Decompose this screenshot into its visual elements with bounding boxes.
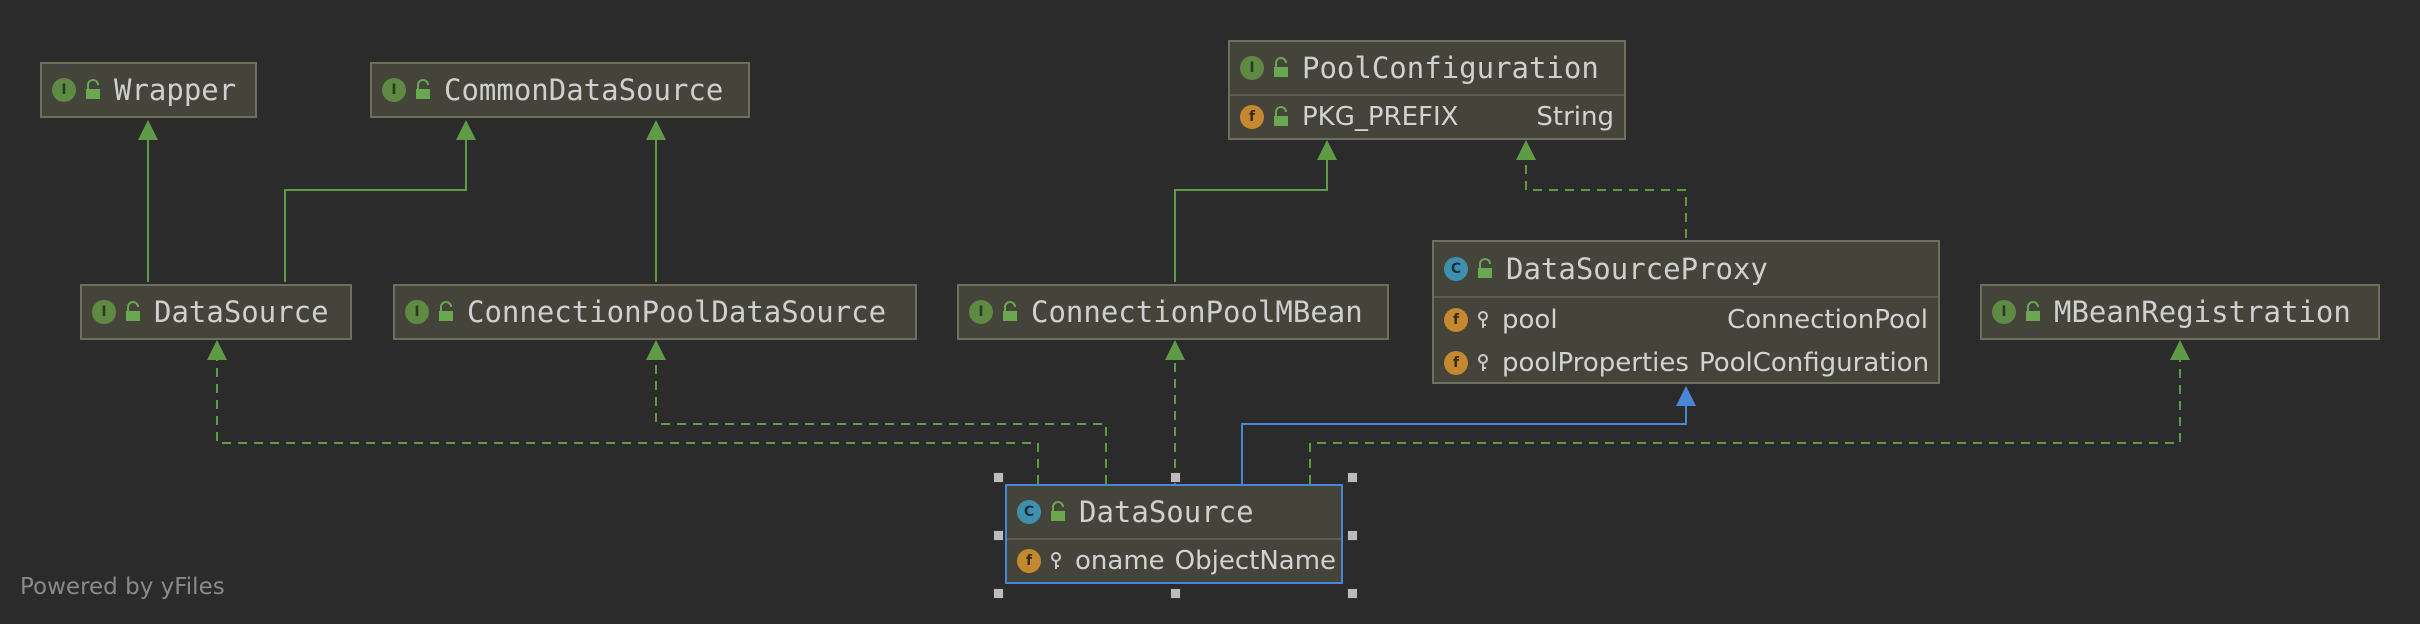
node-wrapper[interactable]: I Wrapper: [40, 62, 257, 118]
unlocked-icon: [1478, 258, 1492, 278]
field-row[interactable]: f pool ConnectionPool: [1434, 298, 1938, 341]
resize-handle-s[interactable]: [1170, 588, 1181, 599]
class-icon: C: [1444, 257, 1468, 281]
unlocked-icon: [416, 79, 430, 99]
interface-icon: I: [969, 300, 993, 324]
field-name: pool: [1502, 304, 1558, 335]
field-type: ObjectName: [1174, 546, 1337, 576]
node-wrapper-header: I Wrapper: [42, 64, 255, 116]
edge-dsclass-datasourceproxy: [1241, 386, 1696, 484]
resize-handle-ne[interactable]: [1347, 472, 1358, 483]
interface-icon: I: [52, 78, 76, 102]
unlocked-icon: [86, 79, 100, 99]
field-icon: f: [1444, 350, 1468, 375]
edge-datasource-wrapper: [138, 120, 158, 282]
node-data-source-proxy[interactable]: C DataSourceProxy f pool ConnectionPool …: [1432, 240, 1940, 384]
unlocked-icon: [1051, 501, 1065, 521]
resize-handle-e[interactable]: [1347, 530, 1358, 541]
node-connection-pool-data-source-header: I ConnectionPoolDataSource: [395, 286, 915, 338]
node-title: DataSource: [154, 295, 329, 329]
interface-icon: I: [382, 78, 406, 102]
field-icon: f: [1444, 307, 1468, 332]
edge-connectionpoolmbean-poolconfiguration: [1174, 140, 1337, 282]
field-name: poolProperties: [1502, 347, 1689, 378]
node-data-source-class[interactable]: C DataSource f oname ObjectName: [1005, 484, 1343, 584]
node-common-data-source[interactable]: I CommonDataSource: [370, 62, 750, 118]
unlocked-icon: [2026, 301, 2040, 321]
node-pool-configuration[interactable]: I PoolConfiguration f PKG_PREFIX String: [1228, 40, 1626, 140]
node-title: CommonDataSource: [444, 73, 724, 107]
resize-handle-n[interactable]: [1170, 472, 1181, 483]
interface-icon: I: [1992, 300, 2016, 324]
unlocked-icon: [1274, 57, 1288, 77]
unlocked-icon: [126, 301, 140, 321]
node-title: DataSource: [1079, 495, 1254, 529]
node-title: MBeanRegistration: [2054, 295, 2351, 329]
field-name: PKG_PREFIX: [1302, 102, 1459, 132]
powered-by-label: Powered by yFiles: [20, 574, 225, 600]
field-type: ConnectionPool: [1727, 304, 1928, 335]
node-title: ConnectionPoolMBean: [1031, 295, 1363, 329]
field-type: String: [1536, 102, 1614, 132]
resize-handle-nw[interactable]: [993, 472, 1004, 483]
edge-datasourceproxy-poolconfiguration: [1516, 140, 1687, 238]
field-name: oname: [1075, 546, 1165, 576]
node-data-source-proxy-header: C DataSourceProxy: [1434, 242, 1938, 296]
node-data-source-interface[interactable]: I DataSource: [80, 284, 352, 340]
node-common-data-source-header: I CommonDataSource: [372, 64, 748, 116]
class-icon: C: [1017, 500, 1041, 524]
field-icon: f: [1240, 105, 1264, 129]
node-connection-pool-mbean[interactable]: I ConnectionPoolMBean: [957, 284, 1389, 340]
resize-handle-w[interactable]: [993, 530, 1004, 541]
field-type: PoolConfiguration: [1698, 347, 1930, 378]
unlocked-icon: [1003, 301, 1017, 321]
node-pool-configuration-header: I PoolConfiguration: [1230, 42, 1624, 94]
node-title: DataSourceProxy: [1506, 252, 1768, 286]
interface-icon: I: [405, 300, 429, 324]
edge-connectionpooldatasource-commondatasource: [646, 120, 666, 282]
node-connection-pool-mbean-header: I ConnectionPoolMBean: [959, 286, 1387, 338]
field-row[interactable]: f PKG_PREFIX String: [1230, 96, 1624, 138]
edge-dsclass-dsiface: [207, 340, 1039, 484]
node-data-source-class-header: C DataSource: [1007, 486, 1341, 538]
node-title: Wrapper: [114, 73, 237, 107]
node-connection-pool-data-source[interactable]: I ConnectionPoolDataSource: [393, 284, 917, 340]
node-title: PoolConfiguration: [1302, 51, 1599, 85]
node-mbean-registration-header: I MBeanRegistration: [1982, 286, 2378, 338]
key-icon: [1051, 552, 1061, 569]
resize-handle-sw[interactable]: [993, 588, 1004, 599]
key-icon: [1478, 353, 1488, 371]
unlocked-icon: [439, 301, 453, 321]
edge-dsclass-connectionpoolmbean: [1165, 340, 1185, 484]
node-data-source-interface-header: I DataSource: [82, 286, 350, 338]
interface-icon: I: [1240, 56, 1264, 80]
field-row[interactable]: f poolProperties PoolConfiguration: [1434, 341, 1938, 384]
interface-icon: I: [92, 300, 116, 324]
key-icon: [1478, 310, 1488, 328]
node-mbean-registration[interactable]: I MBeanRegistration: [1980, 284, 2380, 340]
edge-datasource-commondatasource: [284, 120, 476, 282]
field-icon: f: [1017, 549, 1041, 573]
field-row[interactable]: f oname ObjectName: [1007, 540, 1341, 582]
resize-handle-se[interactable]: [1347, 588, 1358, 599]
node-title: ConnectionPoolDataSource: [467, 295, 887, 329]
unlocked-icon: [1274, 106, 1288, 126]
